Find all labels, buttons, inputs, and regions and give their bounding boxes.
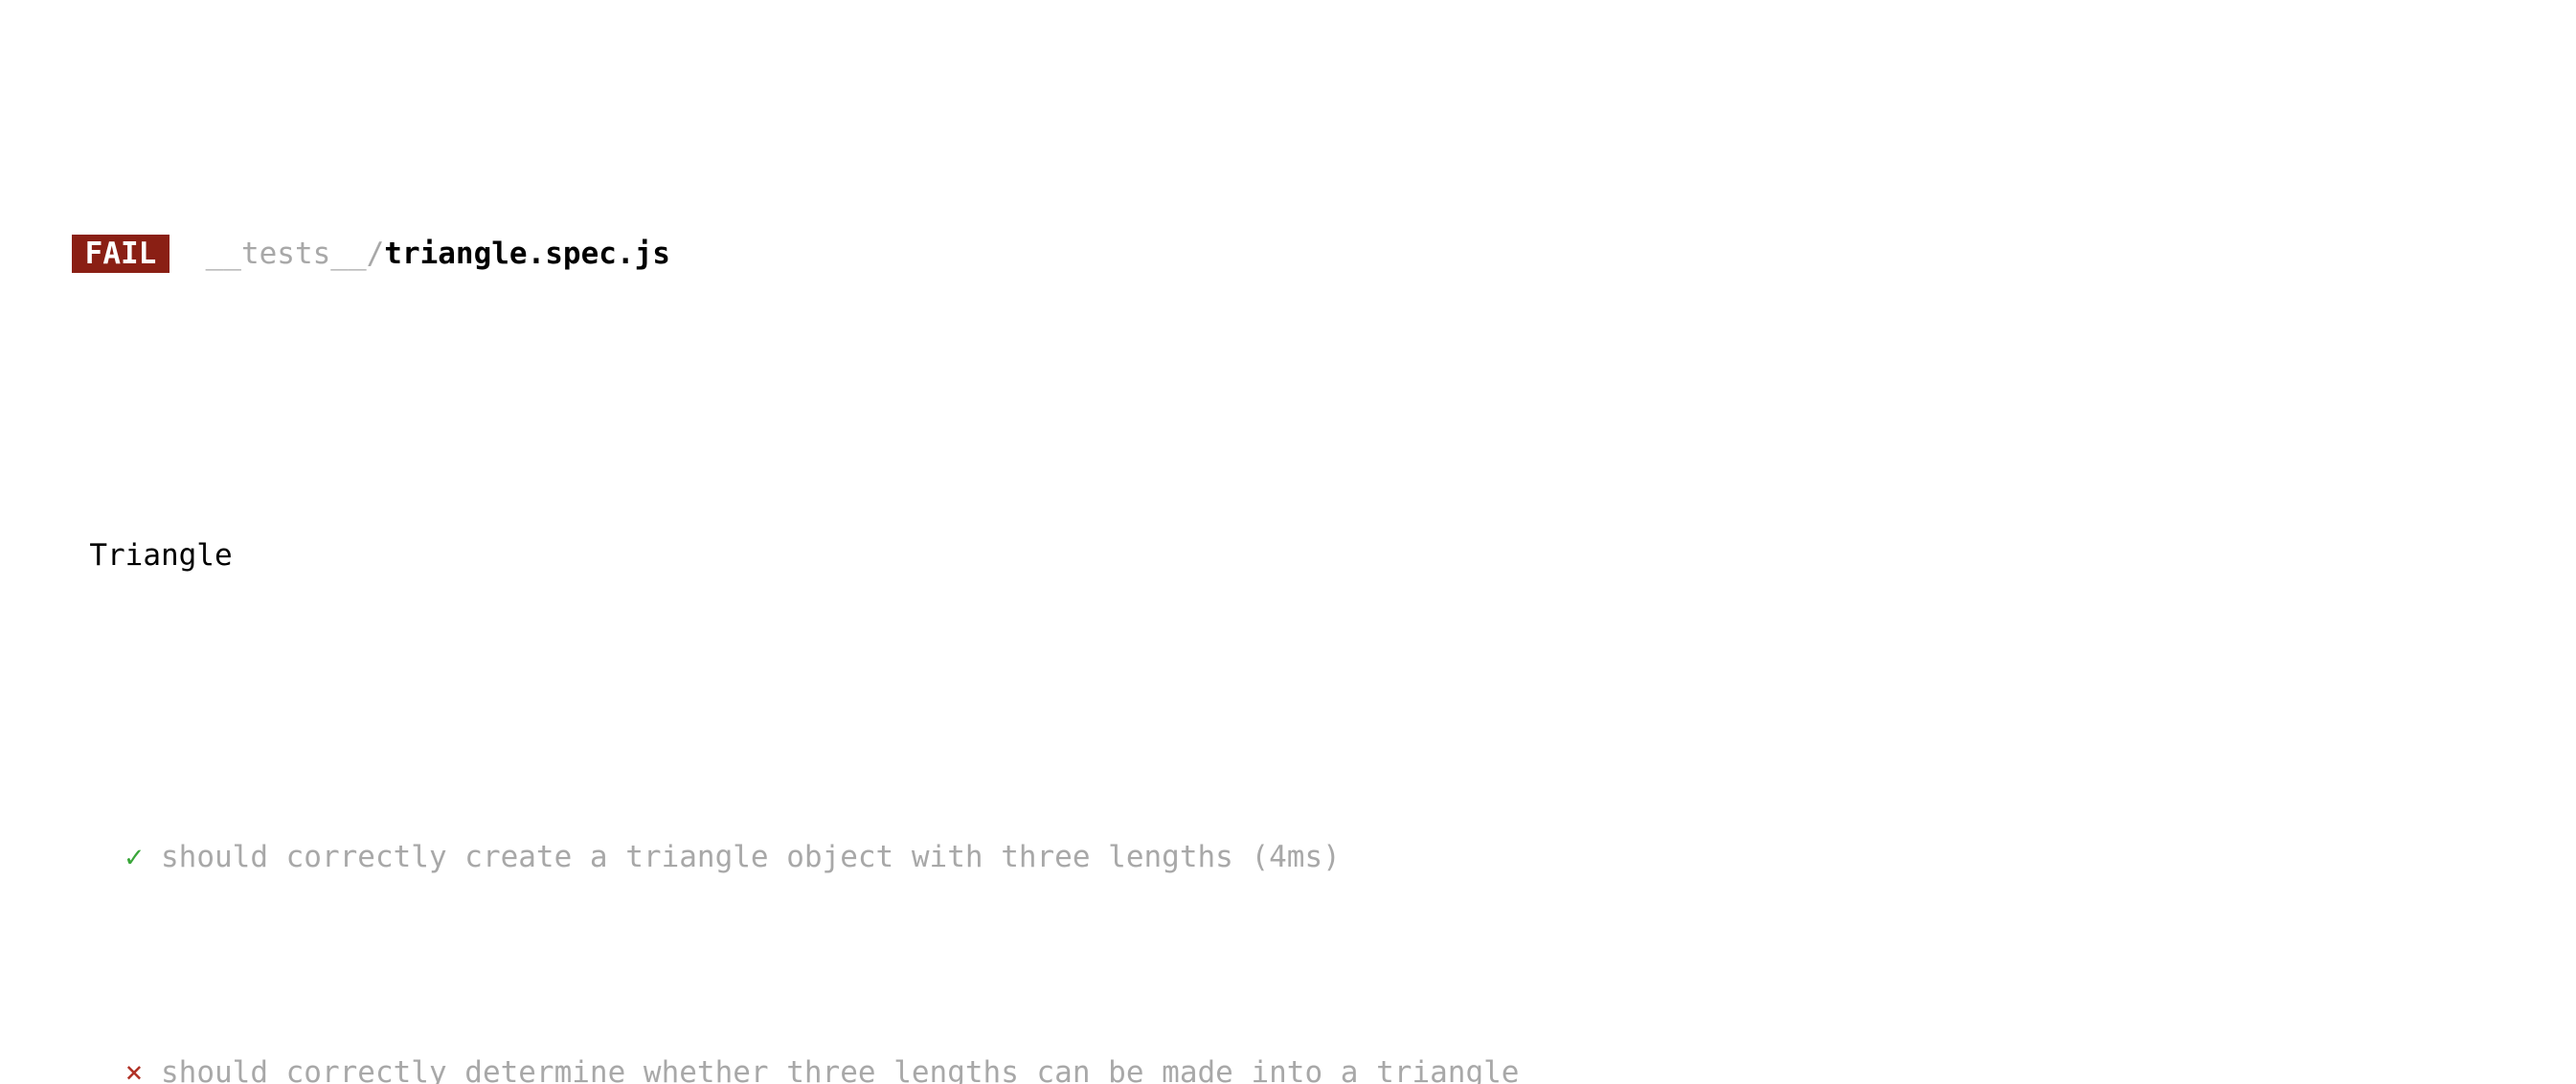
test-label-failed: should correctly determine whether three… [161,1055,1520,1084]
test-path-prefix: __tests__/ [205,237,385,271]
test-result-row-passed: ✓ should correctly create a triangle obj… [0,793,2576,922]
test-file-name: triangle.spec.js [384,237,670,271]
fail-status-badge: FAIL [71,235,170,273]
test-result-row-failed: × should correctly determine whether thr… [0,1008,2576,1084]
suite-name: Triangle [89,538,233,573]
terminal-output: FAIL __tests__/triangle.spec.js Triangle… [0,0,2576,1084]
fail-header-row: FAIL __tests__/triangle.spec.js [0,190,2576,319]
test-label-passed: should correctly create a triangle objec… [161,840,1341,874]
check-icon: ✓ [124,840,144,874]
suite-name-row: Triangle [0,491,2576,621]
cross-icon: × [124,1055,144,1084]
